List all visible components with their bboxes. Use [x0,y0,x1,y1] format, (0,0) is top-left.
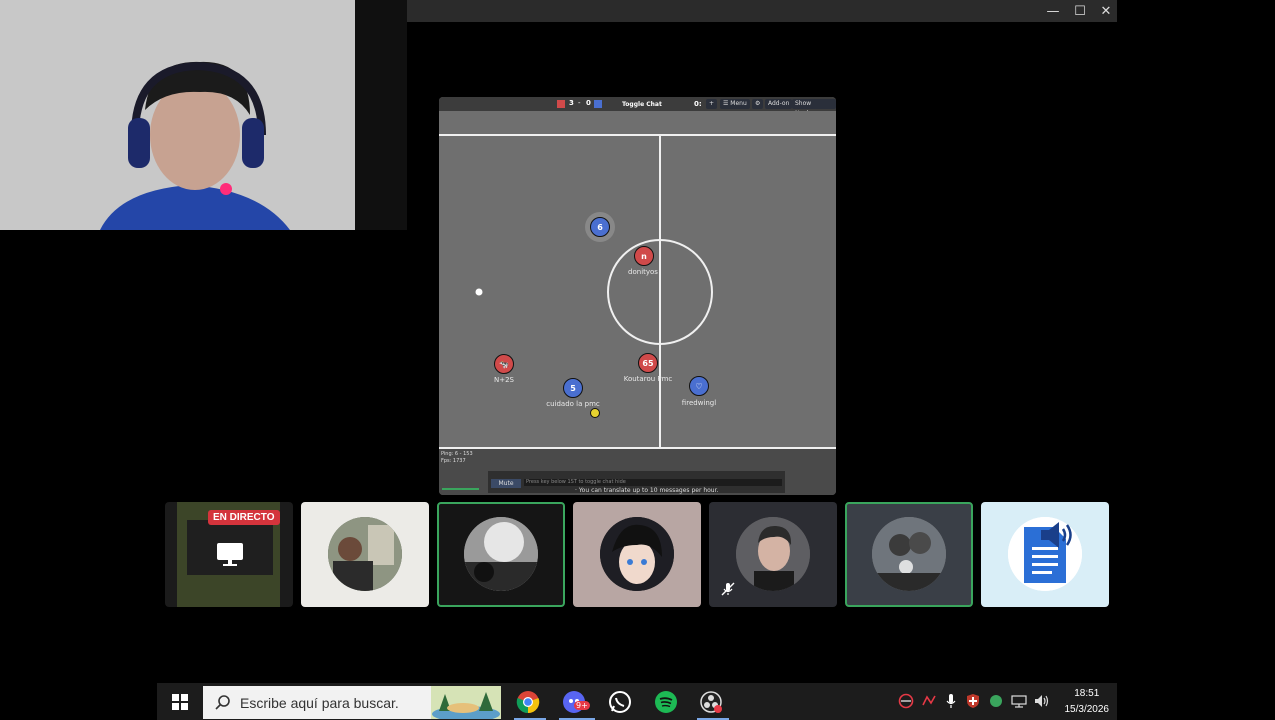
show-navbar-button[interactable]: Show Navbar [792,99,836,117]
chrome-icon[interactable] [515,689,541,715]
chat-input[interactable]: Press key below 1ST to toggle chat hide [524,479,782,486]
participant-tile[interactable] [709,502,837,607]
ping-stat: Ping: 6 - 153 [441,451,473,457]
vpn-tray-icon[interactable] [898,693,914,709]
player-name: firedwingl [681,399,717,407]
minimize-button[interactable]: — [1040,0,1066,22]
player-name: N+2S [494,376,514,384]
clock-date: 15/3/2026 [1064,704,1110,715]
translate-notice: · You can translate up to 10 messages pe… [575,487,719,494]
ball [475,288,483,296]
game-view[interactable]: 3 - 0 Toggle Chat 0: + ☰ Menu ⚙ Add-on S… [439,97,836,495]
monitor-icon [217,543,243,566]
participant-tile[interactable] [573,502,701,607]
player-disc: 🐄 [494,354,514,374]
player-disc: 6 [590,217,610,237]
player-disc: ♡ [689,376,709,396]
score-separator: - [578,99,581,107]
close-button[interactable]: ✕ [1093,0,1119,22]
game-field [439,111,836,451]
screen-share-tile[interactable]: EN DIRECTO [165,502,293,607]
avatar [600,517,674,591]
webcam-person-image [0,0,407,230]
discord-notification-badge: 9+ [574,701,590,710]
muted-mic-icon [721,582,735,596]
player-disc: n [634,246,654,266]
avatar [736,517,810,591]
participant-tile-speaking[interactable] [845,502,973,607]
blue-score: 0 [586,99,591,107]
participant-tile[interactable] [981,502,1109,607]
game-tray-icon[interactable] [921,693,937,709]
whatsapp-icon[interactable] [607,689,633,715]
avatar [872,517,946,591]
player-disc: 5 [563,378,583,398]
game-time: 0: [694,100,702,108]
taskbar-search-box[interactable]: Escribe aquí para buscar. [203,686,501,719]
clock-time: 18:51 [1074,688,1100,699]
fps-stat: Fps: 1737 [441,458,466,464]
windows-start-icon[interactable] [172,694,188,710]
system-clock[interactable]: 18:51 15/3/2026 [1065,686,1110,718]
player-name: Koutarou Pmc [623,375,673,383]
search-placeholder: Escribe aquí para buscar. [240,695,399,711]
live-badge: EN DIRECTO [208,510,280,525]
speaker-icon [1041,522,1072,548]
webcam-feed [0,0,407,230]
red-team-score-icon [557,100,565,108]
toggle-chat-label[interactable]: Toggle Chat [622,101,662,108]
yellow-ball [590,408,600,418]
taskbar: Escribe aquí para buscar. 9+ 18:51 15/3/… [157,683,1117,720]
avatar [464,517,538,591]
blue-team-score-icon [594,100,602,108]
volume-icon[interactable] [1033,693,1049,709]
player-name: donityos [628,268,658,276]
spotify-icon[interactable] [653,689,679,715]
obs-icon[interactable] [698,689,724,715]
avatar [328,517,402,591]
add-icon[interactable]: + [706,99,718,109]
player-disc: 65 [638,353,658,373]
red-score: 3 [569,99,574,107]
maximize-button[interactable]: ☐ [1067,0,1093,22]
participant-tile-speaking[interactable] [437,502,565,607]
player-name: cuidado la pmc [546,400,600,408]
security-shield-icon[interactable] [965,693,981,709]
search-icon [215,695,230,710]
settings-icon[interactable]: ⚙ [752,99,764,109]
status-dot-icon[interactable] [988,693,1004,709]
microphone-icon[interactable] [943,693,959,709]
stats-bar [442,488,479,490]
chat-mute-button[interactable]: Mute [491,479,521,488]
network-icon[interactable] [1011,693,1027,709]
menu-button[interactable]: ☰ Menu [720,99,750,109]
search-highlight-image [431,686,501,719]
window-titlebar: — ☐ ✕ [407,0,1117,22]
game-topbar: 3 - 0 Toggle Chat 0: + ☰ Menu ⚙ Add-on S… [439,97,836,117]
addon-button[interactable]: Add-on [765,99,793,109]
participant-tile[interactable] [301,502,429,607]
